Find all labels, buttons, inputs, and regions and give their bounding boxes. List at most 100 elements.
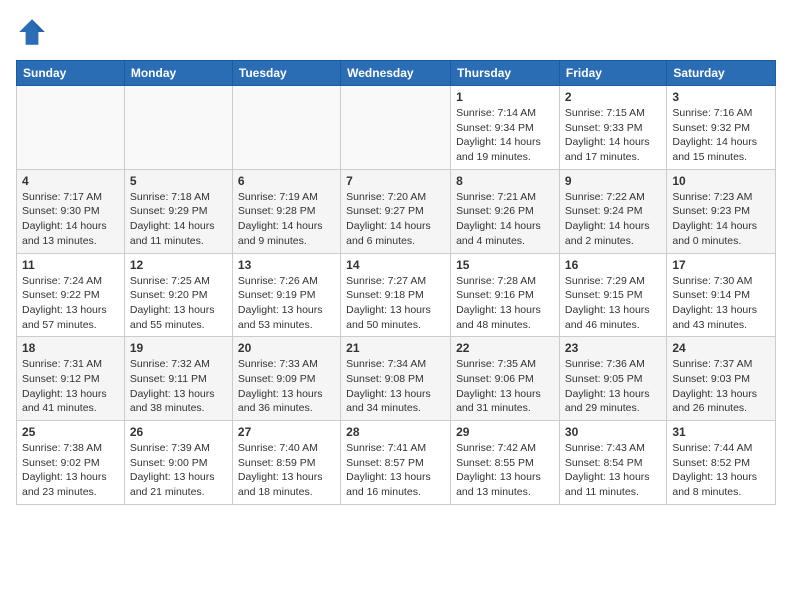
day-cell-28: 28 Sunrise: 7:41 AM Sunset: 8:57 PM Dayli… xyxy=(341,421,451,505)
day-info: Sunrise: 7:14 AM Sunset: 9:34 PM Dayligh… xyxy=(456,106,554,165)
day-info: Sunrise: 7:17 AM Sunset: 9:30 PM Dayligh… xyxy=(22,190,119,249)
day-info: Sunrise: 7:21 AM Sunset: 9:26 PM Dayligh… xyxy=(456,190,554,249)
day-cell-1: 1 Sunrise: 7:14 AM Sunset: 9:34 PM Daylig… xyxy=(451,86,560,170)
day-cell-10: 10Sunrise: 7:23 AM Sunset: 9:23 PM Dayli… xyxy=(667,169,776,253)
day-info: Sunrise: 7:40 AM Sunset: 8:59 PM Dayligh… xyxy=(238,441,335,500)
day-cell-14: 14 Sunrise: 7:27 AM Sunset: 9:18 PM Dayli… xyxy=(341,253,451,337)
day-cell-18: 18 Sunrise: 7:31 AM Sunset: 9:12 PM Dayli… xyxy=(17,337,125,421)
day-info: Sunrise: 7:43 AM Sunset: 8:54 PM Dayligh… xyxy=(565,441,661,500)
day-cell-17: 17 Sunrise: 7:30 AM Sunset: 9:14 PM Dayli… xyxy=(667,253,776,337)
empty-cell xyxy=(341,86,451,170)
day-info: Sunrise: 7:27 AM Sunset: 9:18 PM Dayligh… xyxy=(346,274,445,333)
day-number: 28 xyxy=(346,425,445,439)
day-cell-12: 12 Sunrise: 7:25 AM Sunset: 9:20 PM Dayli… xyxy=(124,253,232,337)
day-number: 1 xyxy=(456,90,554,104)
day-number: 22 xyxy=(456,341,554,355)
day-cell-7: 7Sunrise: 7:20 AM Sunset: 9:27 PM Daylig… xyxy=(341,169,451,253)
day-number: 27 xyxy=(238,425,335,439)
day-number: 5 xyxy=(130,174,227,188)
day-number: 4 xyxy=(22,174,119,188)
day-info: Sunrise: 7:30 AM Sunset: 9:14 PM Dayligh… xyxy=(672,274,770,333)
day-number: 20 xyxy=(238,341,335,355)
day-cell-31: 31 Sunrise: 7:44 AM Sunset: 8:52 PM Dayli… xyxy=(667,421,776,505)
day-cell-8: 8 Sunrise: 7:21 AM Sunset: 9:26 PM Daylig… xyxy=(451,169,560,253)
day-cell-21: 21Sunrise: 7:34 AM Sunset: 9:08 PM Dayli… xyxy=(341,337,451,421)
empty-cell xyxy=(124,86,232,170)
day-info: Sunrise: 7:33 AM Sunset: 9:09 PM Dayligh… xyxy=(238,357,335,416)
day-cell-19: 19Sunrise: 7:32 AM Sunset: 9:11 PM Dayli… xyxy=(124,337,232,421)
day-number: 26 xyxy=(130,425,227,439)
day-number: 24 xyxy=(672,341,770,355)
week-row-1: 1 Sunrise: 7:14 AM Sunset: 9:34 PM Daylig… xyxy=(17,86,776,170)
day-number: 2 xyxy=(565,90,661,104)
day-info: Sunrise: 7:23 AM Sunset: 9:23 PM Dayligh… xyxy=(672,190,770,249)
weekday-header-saturday: Saturday xyxy=(667,61,776,86)
day-number: 31 xyxy=(672,425,770,439)
day-info: Sunrise: 7:26 AM Sunset: 9:19 PM Dayligh… xyxy=(238,274,335,333)
day-number: 30 xyxy=(565,425,661,439)
day-info: Sunrise: 7:29 AM Sunset: 9:15 PM Dayligh… xyxy=(565,274,661,333)
day-number: 14 xyxy=(346,258,445,272)
day-info: Sunrise: 7:22 AM Sunset: 9:24 PM Dayligh… xyxy=(565,190,661,249)
weekday-header-row: SundayMondayTuesdayWednesdayThursdayFrid… xyxy=(17,61,776,86)
logo xyxy=(16,16,52,48)
day-number: 25 xyxy=(22,425,119,439)
day-cell-24: 24 Sunrise: 7:37 AM Sunset: 9:03 PM Dayli… xyxy=(667,337,776,421)
day-info: Sunrise: 7:42 AM Sunset: 8:55 PM Dayligh… xyxy=(456,441,554,500)
week-row-3: 11Sunrise: 7:24 AM Sunset: 9:22 PM Dayli… xyxy=(17,253,776,337)
day-cell-5: 5 Sunrise: 7:18 AM Sunset: 9:29 PM Daylig… xyxy=(124,169,232,253)
day-cell-9: 9Sunrise: 7:22 AM Sunset: 9:24 PM Daylig… xyxy=(559,169,666,253)
day-number: 12 xyxy=(130,258,227,272)
day-number: 15 xyxy=(456,258,554,272)
day-cell-30: 30 Sunrise: 7:43 AM Sunset: 8:54 PM Dayli… xyxy=(559,421,666,505)
day-cell-29: 29Sunrise: 7:42 AM Sunset: 8:55 PM Dayli… xyxy=(451,421,560,505)
day-number: 3 xyxy=(672,90,770,104)
day-cell-22: 22 Sunrise: 7:35 AM Sunset: 9:06 PM Dayli… xyxy=(451,337,560,421)
day-info: Sunrise: 7:18 AM Sunset: 9:29 PM Dayligh… xyxy=(130,190,227,249)
day-info: Sunrise: 7:31 AM Sunset: 9:12 PM Dayligh… xyxy=(22,357,119,416)
day-number: 17 xyxy=(672,258,770,272)
day-cell-25: 25 Sunrise: 7:38 AM Sunset: 9:02 PM Dayli… xyxy=(17,421,125,505)
day-info: Sunrise: 7:36 AM Sunset: 9:05 PM Dayligh… xyxy=(565,357,661,416)
day-number: 18 xyxy=(22,341,119,355)
weekday-header-tuesday: Tuesday xyxy=(232,61,340,86)
day-cell-2: 2 Sunrise: 7:15 AM Sunset: 9:33 PM Daylig… xyxy=(559,86,666,170)
calendar-table: SundayMondayTuesdayWednesdayThursdayFrid… xyxy=(16,60,776,505)
day-cell-4: 4 Sunrise: 7:17 AM Sunset: 9:30 PM Daylig… xyxy=(17,169,125,253)
weekday-header-thursday: Thursday xyxy=(451,61,560,86)
day-info: Sunrise: 7:41 AM Sunset: 8:57 PM Dayligh… xyxy=(346,441,445,500)
day-info: Sunrise: 7:39 AM Sunset: 9:00 PM Dayligh… xyxy=(130,441,227,500)
day-info: Sunrise: 7:25 AM Sunset: 9:20 PM Dayligh… xyxy=(130,274,227,333)
page-header xyxy=(16,16,776,48)
day-number: 16 xyxy=(565,258,661,272)
day-cell-23: 23Sunrise: 7:36 AM Sunset: 9:05 PM Dayli… xyxy=(559,337,666,421)
logo-icon xyxy=(16,16,48,48)
day-info: Sunrise: 7:35 AM Sunset: 9:06 PM Dayligh… xyxy=(456,357,554,416)
week-row-2: 4 Sunrise: 7:17 AM Sunset: 9:30 PM Daylig… xyxy=(17,169,776,253)
day-number: 7 xyxy=(346,174,445,188)
day-info: Sunrise: 7:44 AM Sunset: 8:52 PM Dayligh… xyxy=(672,441,770,500)
day-number: 11 xyxy=(22,258,119,272)
week-row-4: 18 Sunrise: 7:31 AM Sunset: 9:12 PM Dayli… xyxy=(17,337,776,421)
day-cell-11: 11Sunrise: 7:24 AM Sunset: 9:22 PM Dayli… xyxy=(17,253,125,337)
day-number: 6 xyxy=(238,174,335,188)
week-row-5: 25 Sunrise: 7:38 AM Sunset: 9:02 PM Dayli… xyxy=(17,421,776,505)
day-cell-13: 13 Sunrise: 7:26 AM Sunset: 9:19 PM Dayli… xyxy=(232,253,340,337)
weekday-header-monday: Monday xyxy=(124,61,232,86)
weekday-header-friday: Friday xyxy=(559,61,666,86)
empty-cell xyxy=(17,86,125,170)
empty-cell xyxy=(232,86,340,170)
day-info: Sunrise: 7:15 AM Sunset: 9:33 PM Dayligh… xyxy=(565,106,661,165)
day-cell-3: 3Sunrise: 7:16 AM Sunset: 9:32 PM Daylig… xyxy=(667,86,776,170)
day-info: Sunrise: 7:19 AM Sunset: 9:28 PM Dayligh… xyxy=(238,190,335,249)
day-info: Sunrise: 7:34 AM Sunset: 9:08 PM Dayligh… xyxy=(346,357,445,416)
day-info: Sunrise: 7:37 AM Sunset: 9:03 PM Dayligh… xyxy=(672,357,770,416)
day-cell-6: 6 Sunrise: 7:19 AM Sunset: 9:28 PM Daylig… xyxy=(232,169,340,253)
day-info: Sunrise: 7:38 AM Sunset: 9:02 PM Dayligh… xyxy=(22,441,119,500)
weekday-header-sunday: Sunday xyxy=(17,61,125,86)
day-number: 8 xyxy=(456,174,554,188)
day-number: 13 xyxy=(238,258,335,272)
day-number: 19 xyxy=(130,341,227,355)
day-cell-16: 16 Sunrise: 7:29 AM Sunset: 9:15 PM Dayli… xyxy=(559,253,666,337)
day-cell-27: 27 Sunrise: 7:40 AM Sunset: 8:59 PM Dayli… xyxy=(232,421,340,505)
